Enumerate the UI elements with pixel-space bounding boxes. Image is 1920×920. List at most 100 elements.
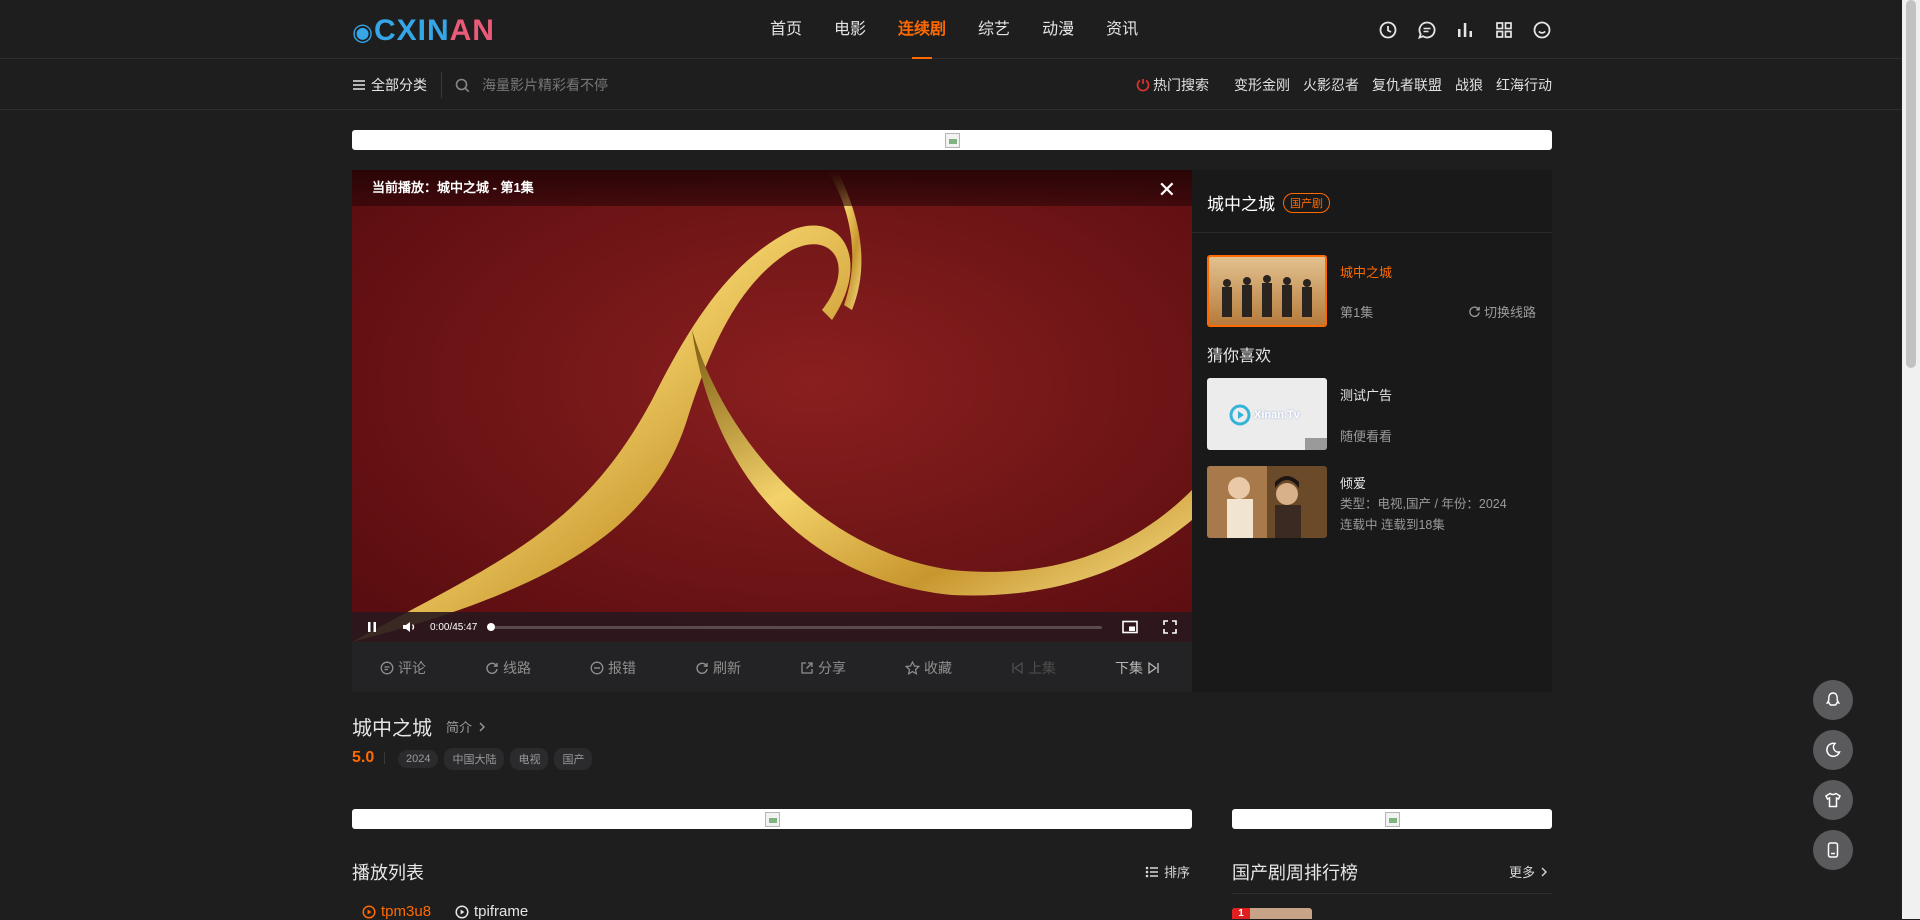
fullscreen-icon[interactable]	[1160, 617, 1180, 637]
hot-search-label: 热门搜索	[1136, 75, 1209, 95]
hot-keyword[interactable]: 火影忍者	[1303, 75, 1359, 95]
recommend-thumbnail[interactable]	[1207, 466, 1327, 538]
poster-image	[1207, 466, 1327, 538]
nav-home[interactable]: 首页	[770, 0, 802, 59]
play-circle-icon	[362, 904, 376, 919]
refresh-button[interactable]: 刷新	[695, 658, 741, 678]
logo-mark-icon: ◉	[352, 19, 374, 46]
hot-keyword[interactable]: 红海行动	[1496, 75, 1552, 95]
more-label: 更多	[1509, 865, 1536, 880]
video-title: 城中之城	[352, 718, 432, 740]
search-input[interactable]	[480, 76, 800, 94]
intro-link[interactable]: 简介	[446, 717, 487, 736]
grid-icon[interactable]	[1492, 18, 1516, 42]
comment-icon	[380, 661, 394, 675]
video-player[interactable]: 当前播放：城中之城 - 第1集 ✕ 0:00/45:47	[352, 170, 1192, 642]
tag-list: 2024 中国大陆 电视 国产	[392, 748, 593, 770]
current-title[interactable]: 城中之城	[1340, 262, 1392, 281]
tag-type[interactable]: 电视	[510, 748, 549, 770]
episode-side-panel: 城中之城 国产剧 城中之城 第1集 切换线路 猜你喜欢 Xinan.Tv 测试广…	[1192, 170, 1552, 692]
play-circle-icon	[455, 904, 469, 919]
progress-bar[interactable]	[487, 622, 1103, 631]
message-icon[interactable]	[1415, 18, 1439, 42]
nav-anime[interactable]: 动漫	[1042, 0, 1074, 59]
hot-keyword[interactable]: 复仇者联盟	[1372, 75, 1442, 95]
favorite-button[interactable]: 收藏	[905, 658, 952, 678]
qq-icon	[1825, 692, 1841, 706]
time-display: 0:00/45:47	[430, 621, 478, 633]
ad-banner-left[interactable]	[352, 809, 1192, 829]
divider	[441, 72, 442, 98]
close-icon[interactable]: ✕	[1158, 177, 1176, 203]
comment-button[interactable]: 评论	[380, 658, 426, 678]
phone-icon	[1827, 842, 1839, 858]
user-icon[interactable]	[1530, 18, 1554, 42]
source-tab-active[interactable]: tpm3u8	[362, 903, 431, 920]
route-button[interactable]: 线路	[485, 658, 531, 678]
share-label: 分享	[818, 660, 846, 676]
broken-image-icon	[944, 132, 960, 148]
ad-subtitle: 随便看看	[1340, 429, 1393, 444]
all-categories-button[interactable]: 全部分类	[352, 60, 427, 110]
divider	[384, 752, 385, 764]
tag-region[interactable]: 中国大陆	[444, 748, 505, 770]
report-button[interactable]: 报错	[590, 658, 636, 678]
app-button[interactable]	[1813, 830, 1853, 870]
progress-handle[interactable]	[487, 622, 496, 631]
panel-title: 城中之城	[1207, 195, 1275, 214]
recommend-type: 类型：电视,国产 / 年份：2024	[1340, 497, 1507, 511]
tag-category[interactable]: 国产	[554, 748, 593, 770]
refresh-route-icon	[486, 662, 498, 674]
comment-label: 评论	[398, 660, 426, 676]
panel-header: 城中之城 国产剧	[1207, 190, 1330, 215]
star-icon	[905, 661, 920, 675]
category-badge[interactable]: 国产剧	[1283, 192, 1330, 213]
more-link[interactable]: 更多	[1509, 862, 1549, 881]
share-button[interactable]: 分享	[800, 658, 846, 678]
guess-you-like-title: 猜你喜欢	[1207, 348, 1272, 365]
sort-icon	[1145, 866, 1158, 877]
nav-series[interactable]: 连续剧	[898, 0, 946, 59]
recommend-title[interactable]: 倾爱	[1340, 473, 1366, 492]
dark-mode-button[interactable]	[1813, 730, 1853, 770]
prev-episode-button[interactable]: 上集	[1010, 658, 1056, 678]
ad-title[interactable]: 测试广告	[1340, 385, 1392, 404]
chart-icon[interactable]	[1453, 18, 1477, 42]
nav-movie[interactable]: 电影	[834, 0, 866, 59]
hot-keyword[interactable]: 战狼	[1455, 75, 1483, 95]
sort-button[interactable]: 排序	[1145, 862, 1190, 881]
next-episode-button[interactable]: 下集	[1115, 658, 1165, 678]
tag-year[interactable]: 2024	[398, 750, 439, 768]
source-label: tpiframe	[474, 903, 529, 920]
prev-episode-label: 上集	[1028, 660, 1056, 676]
skin-button[interactable]	[1813, 780, 1853, 820]
main-nav: 首页 电影 连续剧 综艺 动漫 资讯	[770, 0, 1170, 59]
hot-keyword[interactable]: 变形金刚	[1234, 75, 1290, 95]
current-thumbnail[interactable]	[1207, 255, 1327, 327]
scrollbar-thumb[interactable]	[1906, 0, 1916, 368]
qq-button[interactable]	[1813, 680, 1853, 720]
pause-icon[interactable]	[362, 617, 382, 637]
volume-icon[interactable]	[400, 617, 420, 637]
divider	[1192, 232, 1552, 233]
search-icon[interactable]	[455, 78, 470, 93]
nav-news[interactable]: 资讯	[1106, 0, 1138, 59]
site-logo[interactable]: ◉CXINAN	[352, 14, 495, 48]
page-scrollbar[interactable]	[1902, 0, 1920, 919]
ranking-thumbnail[interactable]: 1	[1232, 908, 1312, 919]
ad-thumbnail[interactable]: Xinan.Tv	[1207, 378, 1327, 450]
all-categories-label: 全部分类	[371, 77, 427, 93]
ad-banner-right[interactable]	[1232, 809, 1552, 829]
history-icon[interactable]	[1376, 18, 1400, 42]
ad-banner-top[interactable]	[352, 130, 1552, 150]
pip-icon[interactable]	[1120, 617, 1140, 637]
hot-search-text: 热门搜索	[1153, 77, 1209, 93]
rating-score: 5.0	[352, 749, 375, 766]
current-episode: 第1集	[1340, 305, 1374, 320]
switch-route-button[interactable]: 切换线路	[1468, 302, 1536, 321]
source-tab[interactable]: tpiframe	[455, 903, 528, 920]
now-playing-title: 当前播放：城中之城 - 第1集	[352, 170, 1192, 206]
share-icon	[801, 662, 813, 674]
poster-image	[1209, 257, 1325, 325]
nav-variety[interactable]: 综艺	[978, 0, 1010, 59]
